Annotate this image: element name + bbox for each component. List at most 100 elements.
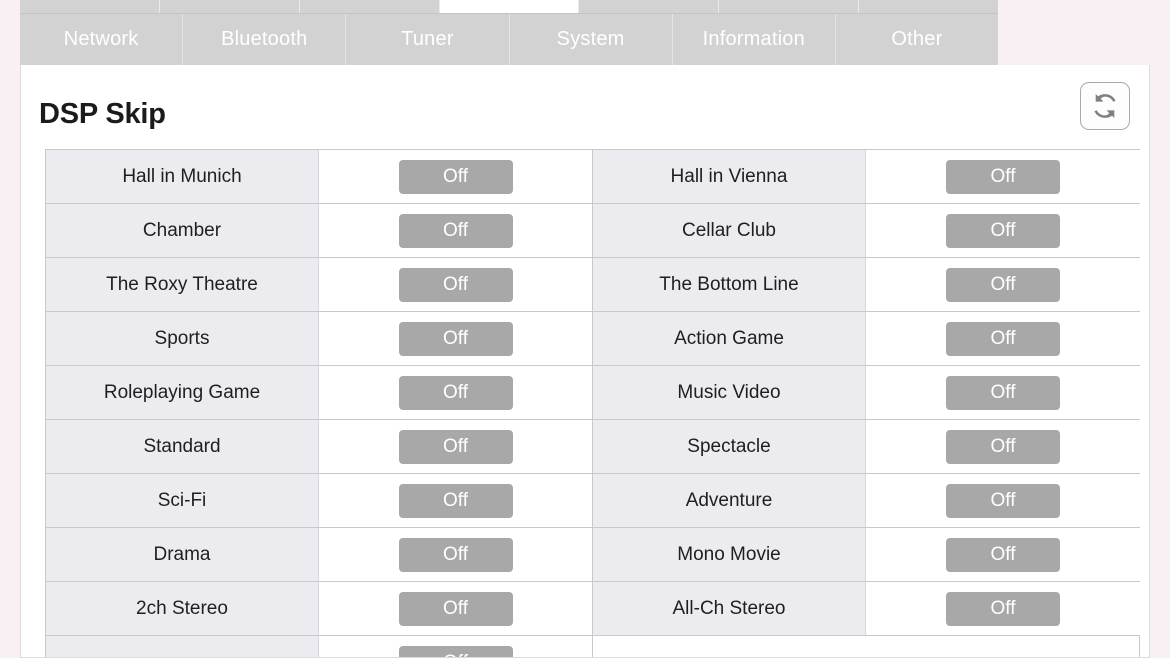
row-label: Hall in Munich <box>46 150 319 203</box>
row-value-cell: Off <box>866 366 1140 419</box>
card-header: DSP Skip <box>21 65 1149 149</box>
row-value-cell: Off <box>319 636 592 657</box>
tab-row-main: Network Bluetooth Tuner System Information Ot… <box>20 13 999 65</box>
tab-upper-6[interactable] <box>859 0 999 13</box>
row-label <box>46 636 319 657</box>
table-column-left: Hall in Munich Off Chamber Off The Roxy Thea… <box>46 150 593 657</box>
table-row: Spectacle Off <box>593 420 1140 474</box>
table-row: Standard Off <box>46 420 592 474</box>
table-row: Off <box>46 636 592 657</box>
skip-toggle-button[interactable]: Off <box>398 321 513 356</box>
tab-label: Tuner <box>401 28 454 50</box>
skip-toggle-button[interactable]: Off <box>946 375 1060 410</box>
row-label: Adventure <box>593 474 866 527</box>
row-label: All-Ch Stereo <box>593 582 866 635</box>
row-label: 2ch Stereo <box>46 582 319 635</box>
skip-toggle-button[interactable]: Off <box>946 213 1060 248</box>
tab-label: System <box>556 28 625 50</box>
row-value-cell: Off <box>319 528 592 581</box>
skip-toggle-button[interactable]: Off <box>946 483 1060 518</box>
dsp-skip-table: Hall in Munich Off Chamber Off The Roxy Thea… <box>45 149 1140 657</box>
row-label: Action Game <box>593 312 866 365</box>
row-value-cell: Off <box>319 204 592 257</box>
row-value-cell: Off <box>319 150 592 203</box>
row-label: Music Video <box>593 366 866 419</box>
table-row: Sci-Fi Off <box>46 474 592 528</box>
row-value-cell: Off <box>866 312 1140 365</box>
row-value-cell: Off <box>319 420 592 473</box>
tab-bluetooth[interactable]: Bluetooth <box>183 14 347 65</box>
table-row: Roleplaying Game Off <box>46 366 592 420</box>
row-value-cell: Off <box>866 150 1140 203</box>
tab-upper-2[interactable] <box>299 0 440 13</box>
skip-toggle-button[interactable]: Off <box>398 213 513 248</box>
content-card: DSP Skip Hall in Munich Off Chamber Off The … <box>20 65 1150 658</box>
tab-label: Bluetooth <box>221 28 308 50</box>
row-value-cell: Off <box>319 312 592 365</box>
skip-toggle-button[interactable]: Off <box>946 537 1060 572</box>
table-row: Cellar Club Off <box>593 204 1140 258</box>
tab-upper-0[interactable] <box>20 0 160 13</box>
table-row: 2ch Stereo Off <box>46 582 592 636</box>
tab-upper-3[interactable] <box>439 0 580 13</box>
row-value-cell: Off <box>866 204 1140 257</box>
tab-upper-4[interactable] <box>579 0 720 13</box>
tab-label: Information <box>702 28 805 50</box>
table-row: The Bottom Line Off <box>593 258 1140 312</box>
skip-toggle-button[interactable]: Off <box>398 429 513 464</box>
table-row: Hall in Vienna Off <box>593 150 1140 204</box>
skip-toggle-button[interactable]: Off <box>946 321 1060 356</box>
row-label: The Bottom Line <box>593 258 866 311</box>
table-row: Action Game Off <box>593 312 1140 366</box>
skip-toggle-button[interactable]: Off <box>398 645 513 657</box>
table-row: Hall in Munich Off <box>46 150 592 204</box>
tab-tuner[interactable]: Tuner <box>346 14 510 65</box>
table-row: Chamber Off <box>46 204 592 258</box>
row-value-cell: Off <box>319 366 592 419</box>
table-row: Music Video Off <box>593 366 1140 420</box>
skip-toggle-button[interactable]: Off <box>946 429 1060 464</box>
tab-row-upper <box>20 0 999 13</box>
row-label: Cellar Club <box>593 204 866 257</box>
skip-toggle-button[interactable]: Off <box>946 591 1060 626</box>
skip-toggle-button[interactable]: Off <box>398 483 513 518</box>
page-title: DSP Skip <box>39 98 166 130</box>
skip-toggle-button[interactable]: Off <box>946 159 1060 194</box>
skip-toggle-button[interactable]: Off <box>946 267 1060 302</box>
skip-toggle-button[interactable]: Off <box>398 591 513 626</box>
tab-upper-1[interactable] <box>159 0 300 13</box>
row-value-cell: Off <box>866 258 1140 311</box>
skip-toggle-button[interactable]: Off <box>398 537 513 572</box>
row-label: Sports <box>46 312 319 365</box>
row-label: Spectacle <box>593 420 866 473</box>
row-value-cell: Off <box>866 528 1140 581</box>
table-grid: Hall in Munich Off Chamber Off The Roxy Thea… <box>45 149 1140 657</box>
row-label: Drama <box>46 528 319 581</box>
row-label: Roleplaying Game <box>46 366 319 419</box>
skip-toggle-button[interactable]: Off <box>398 375 513 410</box>
skip-toggle-button[interactable]: Off <box>398 267 513 302</box>
tab-other[interactable]: Other <box>835 14 999 65</box>
table-row: Mono Movie Off <box>593 528 1140 582</box>
row-value-cell: Off <box>866 582 1140 635</box>
row-label: Chamber <box>46 204 319 257</box>
row-value-cell: Off <box>319 582 592 635</box>
tab-system[interactable]: System <box>509 14 673 65</box>
table-column-right: Hall in Vienna Off Cellar Club Off The Botto… <box>593 150 1140 657</box>
table-row: Sports Off <box>46 312 592 366</box>
tab-strip: Network Bluetooth Tuner System Information Ot… <box>20 0 999 65</box>
refresh-icon <box>1090 91 1120 121</box>
tab-network[interactable]: Network <box>20 14 184 65</box>
table-row: Drama Off <box>46 528 592 582</box>
tab-upper-5[interactable] <box>719 0 860 13</box>
tab-information[interactable]: Information <box>672 14 836 65</box>
row-value-cell: Off <box>319 258 592 311</box>
refresh-button[interactable] <box>1080 82 1130 130</box>
row-value-cell: Off <box>319 474 592 527</box>
row-label: Mono Movie <box>593 528 866 581</box>
row-label: Standard <box>46 420 319 473</box>
skip-toggle-button[interactable]: Off <box>398 159 513 194</box>
tab-label: Other <box>891 28 943 50</box>
tab-label: Network <box>63 28 139 50</box>
row-label: Hall in Vienna <box>593 150 866 203</box>
